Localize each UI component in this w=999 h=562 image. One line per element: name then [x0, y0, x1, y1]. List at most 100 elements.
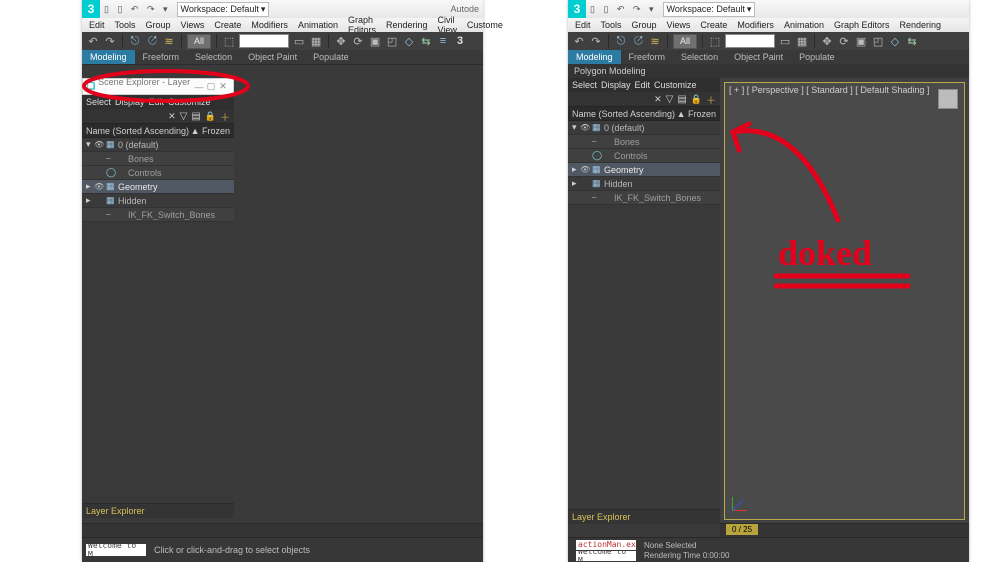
- scene-explorer-row[interactable]: ⎯IK_FK_Switch_Bones: [568, 191, 720, 205]
- tab-selection[interactable]: Selection: [673, 50, 726, 64]
- scene-explorer-row[interactable]: ▸▦Hidden: [568, 177, 720, 191]
- placement-icon[interactable]: [385, 34, 399, 48]
- link-icon[interactable]: [128, 34, 142, 48]
- bind-space-warp-icon[interactable]: ≋: [648, 34, 662, 48]
- lock-icon[interactable]: [691, 94, 702, 105]
- scene-explorer-header[interactable]: Name (Sorted Ascending) ▲ Frozen: [82, 123, 234, 138]
- mirror-icon[interactable]: ⇆: [905, 34, 919, 48]
- time-slider[interactable]: [82, 523, 483, 538]
- scene-explorer-row[interactable]: ▾👁▦0 (default): [568, 121, 720, 135]
- scene-explorer-row[interactable]: ◯Controls: [568, 149, 720, 163]
- se-menu-edit[interactable]: Edit: [149, 97, 165, 107]
- quick-access-icons[interactable]: ▯ ▯ ↶ ↷ ▾: [590, 4, 657, 15]
- menu-views[interactable]: Views: [178, 20, 208, 30]
- tab-freeform[interactable]: Freeform: [621, 50, 674, 64]
- selection-filter[interactable]: All: [673, 34, 697, 49]
- se-header-frozen[interactable]: ▲ Frozen: [191, 126, 230, 136]
- clear-icon[interactable]: [654, 94, 662, 105]
- menu-edit[interactable]: Edit: [86, 20, 108, 30]
- window-crossing-icon[interactable]: ▦: [309, 34, 323, 48]
- select-rect-icon[interactable]: ▭: [778, 34, 792, 48]
- maximize-button[interactable]: ▢: [205, 81, 217, 92]
- scene-explorer-row[interactable]: ⎯Bones: [82, 152, 234, 166]
- scene-explorer-row[interactable]: ▸👁▦Geometry: [568, 163, 720, 177]
- menu-modifiers[interactable]: Modifiers: [248, 20, 291, 30]
- time-slider[interactable]: 0 / 25: [720, 523, 969, 538]
- menu-group[interactable]: Group: [143, 20, 174, 30]
- menu-tools[interactable]: Tools: [598, 20, 625, 30]
- main-menu-bar[interactable]: Edit Tools Group Views Create Modifiers …: [568, 18, 969, 33]
- se-header-name[interactable]: Name (Sorted Ascending): [86, 126, 189, 136]
- select-by-name-input[interactable]: [725, 34, 775, 48]
- expand-icon[interactable]: ▸: [86, 181, 94, 192]
- add-icon[interactable]: ＋: [220, 109, 230, 124]
- expand-icon[interactable]: ▾: [86, 139, 94, 150]
- time-slider-marker[interactable]: 0 / 25: [726, 524, 758, 535]
- menu-views[interactable]: Views: [664, 20, 694, 30]
- scene-explorer-titlebar[interactable]: ❑ Scene Explorer - Layer ... — ▢ ✕: [82, 78, 234, 95]
- menu-edit[interactable]: Edit: [572, 20, 594, 30]
- lock-icon[interactable]: [205, 111, 216, 122]
- select-object-icon[interactable]: [222, 34, 236, 48]
- workspace-selector[interactable]: Workspace: Default ▾: [663, 2, 756, 17]
- scale-icon[interactable]: [854, 34, 868, 48]
- scene-explorer-row[interactable]: ⎯IK_FK_Switch_Bones: [82, 208, 234, 222]
- close-button[interactable]: ✕: [217, 81, 229, 92]
- add-icon[interactable]: ＋: [706, 92, 716, 107]
- placement-icon[interactable]: [871, 34, 885, 48]
- select-by-name-input[interactable]: [239, 34, 289, 48]
- menu-rendering[interactable]: Rendering: [383, 20, 431, 30]
- unlink-icon[interactable]: [145, 34, 159, 48]
- tab-selection[interactable]: Selection: [187, 50, 240, 64]
- menu-tools[interactable]: Tools: [112, 20, 139, 30]
- menu-create[interactable]: Create: [697, 20, 730, 30]
- quick-access-icons[interactable]: ▯ ▯ ↶ ↷ ▾: [104, 4, 171, 15]
- tab-freeform[interactable]: Freeform: [135, 50, 188, 64]
- undo-icon[interactable]: [572, 34, 586, 48]
- clear-icon[interactable]: [168, 111, 176, 122]
- scene-explorer-footer[interactable]: Layer Explorer: [82, 503, 234, 518]
- menu-rendering[interactable]: Rendering: [897, 20, 945, 30]
- se-menu-customize[interactable]: Customize: [654, 80, 697, 90]
- display-icon[interactable]: ▤: [191, 111, 200, 122]
- select-object-icon[interactable]: [708, 34, 722, 48]
- visibility-icon[interactable]: 👁: [94, 182, 106, 191]
- se-menu-edit[interactable]: Edit: [635, 80, 651, 90]
- scene-explorer-row[interactable]: ▸▦Hidden: [82, 194, 234, 208]
- mirror-icon[interactable]: ⇆: [419, 34, 433, 48]
- visibility-icon[interactable]: 👁: [580, 123, 592, 132]
- filter-icon[interactable]: [666, 94, 674, 105]
- display-icon[interactable]: ▤: [677, 94, 686, 105]
- workspace-selector[interactable]: Workspace: Default ▾: [177, 2, 270, 17]
- scene-explorer-header[interactable]: Name (Sorted Ascending) ▲ Frozen: [568, 106, 720, 121]
- scene-explorer-row[interactable]: ◯Controls: [82, 166, 234, 180]
- scene-explorer-menu[interactable]: Select Display Edit Customize: [568, 78, 720, 92]
- scene-explorer-toolbar[interactable]: ▤ ＋: [568, 92, 720, 106]
- align-icon[interactable]: ≡: [436, 34, 450, 48]
- se-menu-customize[interactable]: Customize: [168, 97, 211, 107]
- scene-explorer-toolbar[interactable]: ▤ ＋: [82, 109, 234, 123]
- maxscript-listener2[interactable]: Welcome to M: [576, 551, 636, 561]
- viewport-label[interactable]: [ + ] [ Perspective ] [ Standard ] [ Def…: [729, 85, 929, 95]
- ref-coord-icon[interactable]: ◇: [402, 34, 416, 48]
- undo-icon[interactable]: [86, 34, 100, 48]
- tab-populate[interactable]: Populate: [791, 50, 843, 64]
- se-menu-select[interactable]: Select: [572, 80, 597, 90]
- menu-animation[interactable]: Animation: [781, 20, 827, 30]
- redo-icon[interactable]: [103, 34, 117, 48]
- ribbon-tabs[interactable]: Modeling Freeform Selection Object Paint…: [82, 50, 483, 65]
- se-header-name[interactable]: Name (Sorted Ascending): [572, 109, 675, 119]
- menu-modifiers[interactable]: Modifiers: [734, 20, 777, 30]
- maxscript-listener[interactable]: actionMan.ex: [576, 540, 636, 550]
- maxscript-listener[interactable]: Welcome to M: [86, 544, 146, 556]
- menu-grapheditors[interactable]: Graph Editors: [831, 20, 893, 30]
- expand-icon[interactable]: ▸: [572, 178, 580, 189]
- se-menu-display[interactable]: Display: [601, 80, 631, 90]
- menu-create[interactable]: Create: [211, 20, 244, 30]
- filter-icon[interactable]: [180, 111, 188, 122]
- expand-icon[interactable]: ▾: [572, 122, 580, 133]
- expand-icon[interactable]: ▸: [572, 164, 580, 175]
- move-icon[interactable]: [820, 34, 834, 48]
- menu-customize[interactable]: Custome: [464, 20, 506, 30]
- visibility-icon[interactable]: 👁: [94, 140, 106, 149]
